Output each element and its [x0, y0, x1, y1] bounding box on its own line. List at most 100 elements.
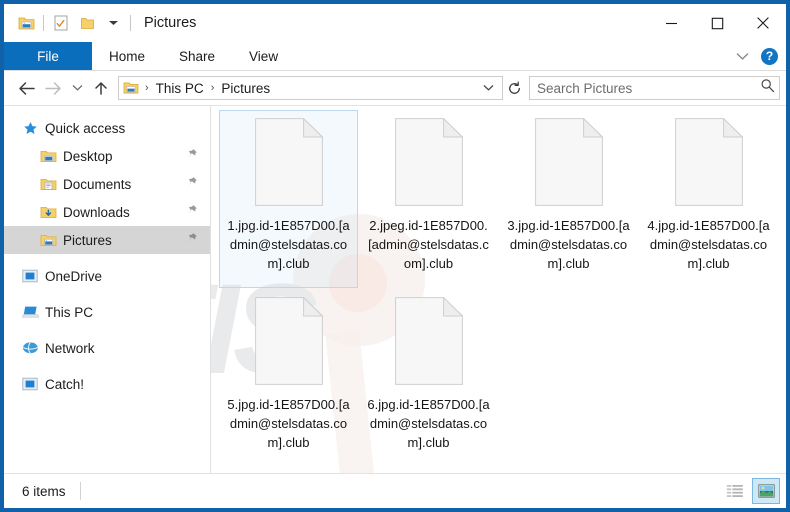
file-item[interactable]: 1.jpg.id-1E857D00.[admin@stelsdatas.com]…	[219, 110, 358, 288]
expand-ribbon-chevron-down-icon[interactable]	[731, 45, 753, 67]
forward-button[interactable]	[40, 75, 66, 101]
tab-view[interactable]: View	[232, 42, 295, 70]
sidebar-item-desktop[interactable]: Desktop	[4, 142, 210, 170]
file-item[interactable]: 3.jpg.id-1E857D00.[admin@stelsdatas.com]…	[499, 110, 638, 288]
ribbon-tab-bar: File Home Share View ?	[4, 42, 786, 71]
file-name: 1.jpg.id-1E857D00.[admin@stelsdatas.com]…	[227, 216, 351, 273]
navigation-bar: › This PC › Pictures Search Pictures	[4, 71, 786, 105]
sidebar-item-quick-access[interactable]: Quick access	[4, 114, 210, 142]
star-icon	[20, 119, 40, 137]
close-button[interactable]	[740, 4, 786, 42]
tab-home[interactable]: Home	[92, 42, 162, 70]
navigation-pane: Quick access Desktop	[4, 106, 211, 473]
quick-access-toolbar	[4, 10, 135, 36]
breadcrumb-pictures-folder-icon	[122, 81, 140, 95]
breadcrumb-separator: ›	[140, 83, 154, 94]
file-name: 4.jpg.id-1E857D00.[admin@stelsdatas.com]…	[647, 216, 771, 273]
help-button[interactable]: ?	[761, 48, 778, 65]
file-item[interactable]: 2.jpeg.id-1E857D00.[admin@stelsdatas.com…	[359, 110, 498, 288]
documents-folder-icon	[38, 175, 58, 193]
this-pc-icon	[20, 303, 40, 321]
tab-file[interactable]: File	[4, 42, 92, 70]
item-count-label: 6 items	[22, 484, 66, 499]
file-name: 3.jpg.id-1E857D00.[admin@stelsdatas.com]…	[507, 216, 631, 273]
sidebar-item-label: This PC	[45, 305, 93, 320]
search-box[interactable]: Search Pictures	[529, 76, 780, 100]
tab-share[interactable]: Share	[162, 42, 232, 70]
sidebar-item-pictures[interactable]: Pictures	[4, 226, 210, 254]
title-bar: Pictures	[4, 4, 786, 42]
details-view-button[interactable]	[722, 479, 748, 503]
file-name: 6.jpg.id-1E857D00.[admin@stelsdatas.com]…	[367, 395, 491, 452]
sidebar-item-label: Desktop	[63, 149, 113, 164]
sidebar-item-catch[interactable]: Catch!	[4, 370, 210, 398]
search-icon[interactable]	[760, 78, 775, 98]
file-item[interactable]: 6.jpg.id-1E857D00.[admin@stelsdatas.com]…	[359, 289, 498, 467]
sidebar-item-network[interactable]: Network	[4, 334, 210, 362]
blank-document-icon	[395, 297, 463, 385]
file-item[interactable]: 5.jpg.id-1E857D00.[admin@stelsdatas.com]…	[219, 289, 358, 467]
blank-document-icon	[675, 118, 743, 206]
file-name: 5.jpg.id-1E857D00.[admin@stelsdatas.com]…	[227, 395, 351, 452]
sidebar-spacer-3	[4, 326, 210, 334]
address-bar[interactable]: › This PC › Pictures	[118, 76, 503, 100]
blank-document-icon	[255, 118, 323, 206]
window-controls	[648, 4, 786, 42]
minimize-button[interactable]	[648, 4, 694, 42]
onedrive-icon	[20, 267, 40, 285]
file-name: 2.jpeg.id-1E857D00.[admin@stelsdatas.com…	[367, 216, 491, 273]
search-input[interactable]: Search Pictures	[537, 81, 760, 96]
pin-icon[interactable]	[185, 232, 198, 248]
window-title: Pictures	[144, 15, 196, 31]
file-item[interactable]: 4.jpg.id-1E857D00.[admin@stelsdatas.com]…	[639, 110, 778, 288]
sidebar-item-label: Downloads	[63, 205, 130, 220]
properties-icon[interactable]	[48, 10, 74, 36]
pin-icon[interactable]	[185, 204, 198, 220]
status-bar: 6 items	[4, 473, 786, 508]
recent-locations-chevron-down-icon[interactable]	[66, 75, 88, 101]
maximize-button[interactable]	[694, 4, 740, 42]
large-icons-view-button[interactable]	[752, 478, 780, 504]
breadcrumb-pictures[interactable]: Pictures	[219, 81, 272, 96]
sidebar-item-label: OneDrive	[45, 269, 102, 284]
blank-document-icon	[255, 297, 323, 385]
file-grid: 1.jpg.id-1E857D00.[admin@stelsdatas.com]…	[211, 106, 786, 468]
window-body: Quick access Desktop	[4, 105, 786, 473]
pictures-folder-icon	[38, 231, 58, 249]
toolbar-divider	[43, 15, 44, 31]
breadcrumb-this-pc[interactable]: This PC	[154, 81, 206, 96]
sidebar-item-this-pc[interactable]: This PC	[4, 298, 210, 326]
sidebar-item-label: Quick access	[45, 121, 125, 136]
sidebar-item-onedrive[interactable]: OneDrive	[4, 262, 210, 290]
pin-icon[interactable]	[185, 148, 198, 164]
sidebar-item-label: Network	[45, 341, 95, 356]
sidebar-item-label: Documents	[63, 177, 131, 192]
catch-drive-icon	[20, 375, 40, 393]
sidebar-item-label: Pictures	[63, 233, 112, 248]
title-divider	[130, 15, 131, 31]
sidebar-spacer-2	[4, 290, 210, 298]
network-icon	[20, 339, 40, 357]
back-button[interactable]	[14, 75, 40, 101]
status-divider	[80, 482, 81, 500]
sidebar-item-documents[interactable]: Documents	[4, 170, 210, 198]
view-mode-buttons	[722, 478, 780, 504]
downloads-folder-icon	[38, 203, 58, 221]
explorer-window: Pictures File Home Share View ?	[0, 0, 790, 512]
sidebar-spacer-1	[4, 254, 210, 262]
sidebar-item-label: Catch!	[45, 377, 84, 392]
address-dropdown-chevron-down-icon[interactable]	[478, 84, 498, 92]
pictures-folder-icon[interactable]	[13, 10, 39, 36]
new-folder-icon[interactable]	[74, 10, 100, 36]
pin-icon[interactable]	[185, 176, 198, 192]
address-bar-right	[478, 84, 498, 92]
blank-document-icon	[535, 118, 603, 206]
sidebar-item-downloads[interactable]: Downloads	[4, 198, 210, 226]
file-list-pane[interactable]: TIS 1.jpg.id-1E857D00.[admin@stelsdatas.…	[211, 106, 786, 473]
sidebar-spacer-4	[4, 362, 210, 370]
refresh-button[interactable]	[503, 81, 525, 96]
breadcrumb-separator-2: ›	[206, 83, 220, 94]
customize-dropdown-icon[interactable]	[100, 10, 126, 36]
up-button[interactable]	[88, 75, 114, 101]
blank-document-icon	[395, 118, 463, 206]
